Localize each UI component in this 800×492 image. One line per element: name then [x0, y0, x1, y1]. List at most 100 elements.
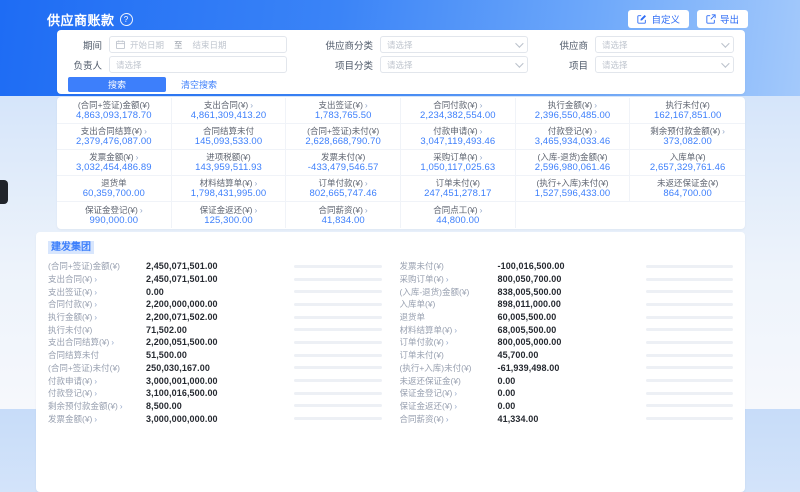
- card-value: 2,379,476,087.00: [76, 136, 152, 147]
- metric-bar: [294, 328, 382, 331]
- chevron-down-icon: [515, 39, 523, 47]
- card-value: 3,465,934,033.46: [535, 136, 611, 147]
- card-value: 2,628,668,790.70: [305, 136, 381, 147]
- period-end-input[interactable]: 结束日期: [193, 39, 227, 51]
- supplier-category-select[interactable]: 请选择: [380, 36, 528, 53]
- metric-bar: [646, 341, 734, 344]
- search-button[interactable]: 搜索: [68, 77, 166, 92]
- metric-label: 入库单(¥): [400, 298, 498, 310]
- group-name-link[interactable]: 建发集团: [48, 241, 94, 254]
- card-value: 4,863,093,178.70: [76, 110, 152, 121]
- metric-row: 未返还保证金(¥)0.00: [400, 374, 734, 387]
- metric-label[interactable]: 发票金额(¥)›: [48, 413, 146, 425]
- period-range-picker[interactable]: 开始日期 至 结束日期: [109, 36, 287, 53]
- metric-row: 发票金额(¥)›3,000,000,000.00: [48, 412, 382, 425]
- summary-card[interactable]: 支出合同(¥)›4,861,309,413.20: [172, 98, 287, 124]
- metric-label[interactable]: 合同薪资(¥)›: [400, 413, 498, 425]
- summary-card: 订单未付(¥)247,451,278.17: [401, 176, 516, 202]
- summary-card[interactable]: 采购订单(¥)›1,050,117,025.63: [401, 150, 516, 176]
- metric-label[interactable]: 订单付款(¥)›: [400, 336, 498, 348]
- card-label: 付款申请(¥)›: [433, 126, 482, 136]
- owner-select[interactable]: 请选择: [109, 56, 287, 73]
- summary-card: (合同+签证)金额(¥)4,863,093,178.70: [57, 98, 172, 124]
- summary-card[interactable]: 保证金登记(¥)›990,000.00: [57, 202, 172, 228]
- summary-card[interactable]: 付款申请(¥)›3,047,119,493.46: [401, 124, 516, 150]
- summary-card: 进项税额(¥)143,959,511.93: [172, 150, 287, 176]
- card-label: 进项税额(¥): [206, 152, 250, 162]
- summary-card[interactable]: 支出签证(¥)›1,783,765.50: [286, 98, 401, 124]
- summary-card[interactable]: 执行金额(¥)›2,396,550,485.00: [516, 98, 631, 124]
- metric-label[interactable]: 合同付款(¥)›: [48, 298, 146, 310]
- card-value: 990,000.00: [90, 215, 139, 226]
- summary-card: 发票未付(¥)-433,479,546.57: [286, 150, 401, 176]
- link-chevron-icon: ›: [594, 126, 597, 136]
- summary-card[interactable]: 合同点工(¥)›44,800.00: [401, 202, 516, 228]
- summary-card[interactable]: 合同薪资(¥)›41,834.00: [286, 202, 401, 228]
- link-chevron-icon: ›: [446, 275, 449, 284]
- summary-card[interactable]: 支出合同结算(¥)›2,379,476,087.00: [57, 124, 172, 150]
- project-label: 项目: [528, 58, 588, 72]
- supplier-category-label: 供应商分类: [287, 38, 373, 52]
- metric-value: 800,005,000.00: [498, 337, 646, 347]
- metric-bar: [294, 316, 382, 319]
- metric-row: 合同付款(¥)›2,200,000,000.00: [48, 298, 382, 311]
- metric-row: 退货单60,005,500.00: [400, 311, 734, 324]
- metric-label[interactable]: 支出合同结算(¥)›: [48, 336, 146, 348]
- metric-label[interactable]: 付款登记(¥)›: [48, 387, 146, 399]
- summary-card: 合同结算未付145,093,533.00: [172, 124, 287, 150]
- summary-card[interactable]: 合同付款(¥)›2,234,382,554.00: [401, 98, 516, 124]
- metric-label: 合同结算未付: [48, 349, 146, 361]
- metric-bar: [646, 328, 734, 331]
- clear-search-link[interactable]: 清空搜索: [181, 78, 217, 91]
- page-header: 供应商账款 ? 自定义 导出: [47, 8, 748, 30]
- card-value: 3,047,119,493.46: [420, 136, 495, 147]
- summary-card: (入库-退货)金额(¥)2,596,980,061.46: [516, 150, 631, 176]
- metric-label[interactable]: 剩余预付款金额(¥)›: [48, 400, 146, 412]
- metric-label[interactable]: 付款申请(¥)›: [48, 375, 146, 387]
- summary-card[interactable]: 发票金额(¥)›3,032,454,486.89: [57, 150, 172, 176]
- metric-label: 执行未付(¥): [48, 324, 146, 336]
- supplier-label: 供应商: [528, 38, 588, 52]
- supplier-select[interactable]: 请选择: [595, 36, 734, 53]
- summary-card: (执行+入库)未付(¥)1,527,596,433.00: [516, 176, 631, 202]
- metric-value: 68,005,500.00: [498, 325, 646, 335]
- card-value: 125,300.00: [204, 215, 253, 226]
- summary-card[interactable]: 订单付款(¥)›802,665,747.46: [286, 176, 401, 202]
- project-select[interactable]: 请选择: [595, 56, 734, 73]
- project-category-select[interactable]: 请选择: [380, 56, 528, 73]
- summary-card[interactable]: 剩余预付款金额(¥)›373,082.00: [630, 124, 745, 150]
- metric-label: 退货单: [400, 311, 498, 323]
- export-button[interactable]: 导出: [697, 10, 748, 28]
- card-label: 支出合同结算(¥)›: [81, 126, 147, 136]
- summary-card[interactable]: 保证金返还(¥)›125,300.00: [172, 202, 287, 228]
- metric-label[interactable]: 采购订单(¥)›: [400, 273, 498, 285]
- metric-label[interactable]: 材料结算单(¥)›: [400, 324, 498, 336]
- customize-button[interactable]: 自定义: [628, 10, 689, 28]
- card-value: 41,834.00: [322, 215, 365, 226]
- chevron-down-icon: [515, 59, 523, 67]
- metric-label[interactable]: 保证金返还(¥)›: [400, 400, 498, 412]
- metric-row: 订单未付(¥)45,700.00: [400, 349, 734, 362]
- summary-card: 退货单60,359,700.00: [57, 176, 172, 202]
- link-chevron-icon: ›: [365, 178, 368, 188]
- summary-card[interactable]: 付款登记(¥)›3,465,934,033.46: [516, 124, 631, 150]
- metric-label[interactable]: 支出合同(¥)›: [48, 273, 146, 285]
- link-chevron-icon: ›: [365, 100, 368, 110]
- metric-label[interactable]: 执行金额(¥)›: [48, 311, 146, 323]
- card-label: 执行金额(¥)›: [548, 100, 597, 110]
- link-chevron-icon: ›: [255, 178, 258, 188]
- summary-card[interactable]: 材料结算单(¥)›1,798,431,995.00: [172, 176, 287, 202]
- link-chevron-icon: ›: [94, 389, 97, 398]
- empty-cell: [516, 202, 631, 228]
- help-icon[interactable]: ?: [120, 13, 133, 26]
- period-start-input[interactable]: 开始日期: [130, 39, 164, 51]
- card-value: 4,861,309,413.20: [191, 110, 267, 121]
- metric-bar: [646, 404, 734, 407]
- metric-bar: [646, 303, 734, 306]
- metric-label[interactable]: 保证金登记(¥)›: [400, 387, 498, 399]
- sidebar-collapse-handle[interactable]: [0, 180, 8, 204]
- card-value: 3,032,454,486.89: [76, 162, 152, 173]
- metric-value: 41,334.00: [498, 414, 646, 424]
- metric-row: 支出合同(¥)›2,450,071,501.00: [48, 273, 382, 286]
- metric-label[interactable]: 支出签证(¥)›: [48, 286, 146, 298]
